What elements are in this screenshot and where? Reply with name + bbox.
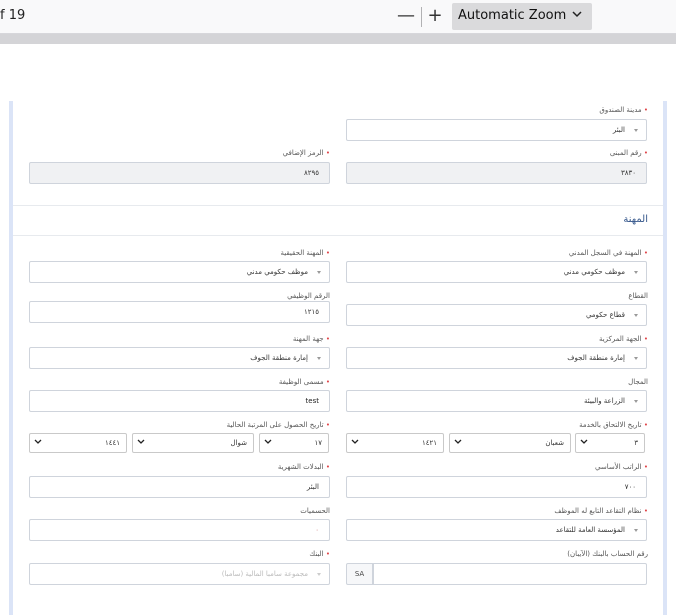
deductions-field[interactable]: ٠	[29, 519, 330, 541]
chevron-down-icon	[351, 439, 359, 444]
job-title-label: • مسمى الوظيفة	[278, 378, 330, 386]
rank-month-select[interactable]: شوال	[132, 433, 254, 453]
job-number-label: الرقم الوظيفي	[287, 292, 330, 300]
extra-code-value: ٨٢٩٥	[303, 169, 319, 177]
retirement-system-label: • نظام التقاعد التابع له الموظف	[554, 507, 648, 515]
job-number-field[interactable]: ١٢١٥	[29, 301, 330, 323]
monthly-allowances-value: البئر	[306, 483, 319, 491]
fund-city-select[interactable]: البئر	[346, 119, 647, 141]
work-entity-value: إمارة منطقة الجوف	[250, 354, 308, 362]
divider	[13, 235, 663, 236]
central-entity-label: • الجهة المركزية	[598, 335, 648, 343]
dropdown-arrow-icon	[634, 271, 638, 274]
field-label: المجال	[628, 378, 648, 386]
fund-city-value: البئر	[612, 126, 625, 134]
civil-profession-value: موظف حكومي مدني	[563, 268, 625, 276]
rank-month-value: شوال	[230, 439, 247, 447]
pdf-toolbar: f 19 — + Automatic Zoom	[0, 0, 676, 34]
job-title-value: test	[305, 397, 319, 405]
join-year-value: ١٤٢١	[421, 439, 437, 447]
job-title-field[interactable]: test	[29, 390, 330, 412]
chevron-down-icon	[34, 439, 42, 444]
basic-salary-field[interactable]: ٧٠٠	[346, 476, 647, 498]
job-number-value: ١٢١٥	[303, 308, 319, 316]
actual-profession-label: • المهنة الحقيقية	[280, 249, 330, 257]
deductions-label: الحسميات	[300, 507, 330, 515]
toolbar-shadow	[0, 34, 676, 44]
retirement-system-value: المؤسسة العامة للتقاعد	[555, 526, 625, 534]
minus-icon: —	[397, 5, 415, 26]
zoom-value: Automatic Zoom	[458, 8, 567, 23]
chevron-down-icon	[264, 439, 272, 444]
work-entity-label: • جهة المهنة	[292, 335, 330, 343]
monthly-allowances-label: • البدلات الشهرية	[277, 463, 330, 471]
dropdown-arrow-icon	[634, 400, 638, 403]
retirement-system-select[interactable]: المؤسسة العامة للتقاعد	[346, 519, 647, 541]
civil-profession-select[interactable]: موظف حكومي مدني	[346, 261, 647, 283]
sector-select[interactable]: قطاع حكومي	[346, 304, 647, 326]
rank-day-select[interactable]: ١٧	[259, 433, 329, 453]
join-year-select[interactable]: ١٤٢١	[346, 433, 444, 453]
page-count: f 19	[0, 8, 26, 23]
building-no-label: • رقم المبنى	[609, 149, 648, 157]
sector-value: قطاع حكومي	[585, 311, 625, 319]
deductions-value: ٠	[315, 526, 319, 534]
actual-profession-select[interactable]: موظف حكومي مدني	[29, 261, 330, 283]
dropdown-arrow-icon	[634, 357, 638, 360]
building-no-field[interactable]: ٣٨٣٠	[346, 162, 647, 184]
field-value: الزراعة والبيئة	[584, 397, 625, 405]
field-select[interactable]: الزراعة والبيئة	[346, 390, 647, 412]
actual-profession-value: موظف حكومي مدني	[246, 268, 308, 276]
dropdown-arrow-icon	[317, 573, 321, 576]
fund-city-label: • مدينة الصندوق	[599, 106, 648, 114]
dropdown-arrow-icon	[317, 357, 321, 360]
sector-label: القطاع	[628, 292, 648, 300]
iban-label: رقم الحساب بالبنك (الآيبان)	[567, 550, 648, 558]
join-date-label: • تاريخ الالتحاق بالخدمة	[579, 421, 648, 429]
divider	[13, 205, 663, 206]
join-month-select[interactable]: شعبان	[449, 433, 571, 453]
dropdown-arrow-icon	[634, 529, 638, 532]
join-month-value: شعبان	[545, 439, 564, 447]
basic-salary-label: • الراتب الأساسي	[595, 463, 648, 471]
work-entity-select[interactable]: إمارة منطقة الجوف	[29, 347, 330, 369]
plus-icon: +	[427, 5, 443, 26]
rank-year-select[interactable]: ١٤٤١	[29, 433, 127, 453]
chevron-down-icon	[137, 439, 145, 444]
toolbar-separator	[421, 7, 422, 27]
join-day-select[interactable]: ٣	[575, 433, 645, 453]
monthly-allowances-field[interactable]: البئر	[29, 476, 330, 498]
zoom-out-button[interactable]: —	[395, 6, 417, 28]
chevron-down-icon	[580, 439, 588, 444]
bank-select[interactable]: مجموعة سامبا المالية (سامبا)	[29, 563, 330, 585]
civil-profession-label: • المهنة في السجل المدني	[568, 249, 648, 257]
bank-value: مجموعة سامبا المالية (سامبا)	[221, 570, 308, 578]
central-entity-value: إمارة منطقة الجوف	[567, 354, 625, 362]
dropdown-arrow-icon	[634, 314, 638, 317]
bank-label: • البنك	[309, 550, 330, 558]
building-no-value: ٣٨٣٠	[620, 169, 636, 177]
extra-code-label: • الرمز الإضافي	[282, 149, 330, 157]
rank-year-value: ١٤٤١	[104, 439, 120, 447]
extra-code-field[interactable]: ٨٢٩٥	[29, 162, 330, 184]
central-entity-select[interactable]: إمارة منطقة الجوف	[346, 347, 647, 369]
zoom-in-button[interactable]: +	[424, 6, 446, 28]
iban-field[interactable]	[373, 563, 647, 585]
chevron-down-icon	[454, 439, 462, 444]
chevron-down-icon	[572, 11, 582, 18]
section-title: المهنة	[623, 214, 648, 225]
basic-salary-value: ٧٠٠	[624, 483, 636, 491]
zoom-select[interactable]: Automatic Zoom	[452, 3, 592, 30]
join-day-value: ٣	[634, 439, 638, 447]
document-page: • مدينة الصندوق البئر • رقم المبنى • الر…	[9, 101, 667, 615]
dropdown-arrow-icon	[634, 129, 638, 132]
rank-date-label: • تاريخ الحصول على المرتبة الحالية	[226, 421, 330, 429]
iban-prefix: SA	[346, 563, 373, 585]
rank-day-value: ١٧	[314, 439, 322, 447]
dropdown-arrow-icon	[317, 271, 321, 274]
